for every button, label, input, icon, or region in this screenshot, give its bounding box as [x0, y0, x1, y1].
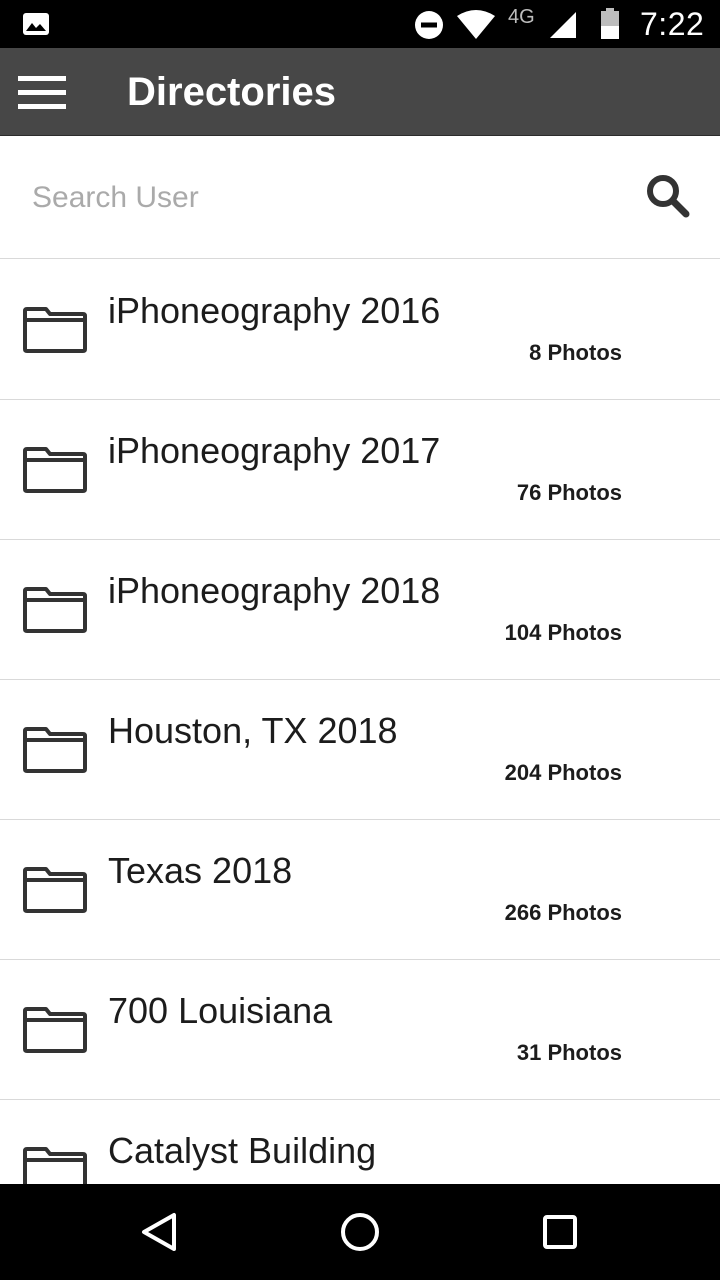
system-nav-bar	[0, 1184, 720, 1280]
recents-icon[interactable]	[538, 1210, 582, 1254]
search-input[interactable]	[32, 173, 592, 223]
directory-name: iPhoneography 2016	[108, 290, 441, 331]
photo-count: 31 Photos	[516, 1040, 622, 1065]
photo-count: 266 Photos	[504, 900, 622, 925]
photo-count: 8 Photos	[529, 340, 622, 365]
list-item[interactable]: iPhoneography 2018 104 Photos	[0, 540, 720, 680]
photo-count: 76 Photos	[516, 480, 622, 505]
app-bar: Directories	[0, 48, 720, 136]
network-type-label: 4G	[508, 6, 535, 28]
page-title: Directories	[127, 70, 336, 114]
status-bar: 4G 7:22	[0, 0, 720, 48]
folder-icon	[23, 1147, 87, 1184]
directory-name: iPhoneography 2018	[108, 570, 441, 611]
list-item[interactable]: 700 Louisiana 31 Photos	[0, 960, 720, 1100]
directory-name: iPhoneography 2017	[108, 430, 441, 471]
directory-name: 700 Louisiana	[108, 990, 333, 1031]
photo-count: 204 Photos	[504, 760, 622, 785]
directory-name: Catalyst Building	[108, 1130, 377, 1171]
directory-name: Houston, TX 2018	[108, 710, 398, 751]
search-icon[interactable]	[646, 174, 690, 218]
do-not-disturb-icon	[415, 11, 443, 39]
hamburger-menu-icon	[18, 76, 66, 109]
battery-icon	[601, 8, 619, 39]
folder-icon	[23, 727, 87, 773]
folder-icon	[23, 1007, 87, 1053]
directory-name: Texas 2018	[108, 850, 293, 891]
folder-icon	[23, 307, 87, 353]
home-icon[interactable]	[338, 1210, 382, 1254]
image-notification-icon	[23, 13, 49, 35]
list-item[interactable]: Houston, TX 2018 204 Photos	[0, 680, 720, 820]
photo-count: 104 Photos	[504, 620, 622, 645]
search-bar	[0, 137, 720, 259]
folder-icon	[23, 867, 87, 913]
folder-icon	[23, 447, 87, 493]
folder-icon	[23, 587, 87, 633]
directory-list: iPhoneography 2016 8 Photos iPhoneograph…	[0, 260, 720, 1184]
menu-button[interactable]	[18, 76, 68, 110]
status-clock: 7:22	[640, 6, 705, 42]
list-item[interactable]: iPhoneography 2016 8 Photos	[0, 260, 720, 400]
list-item[interactable]: iPhoneography 2017 76 Photos	[0, 400, 720, 540]
list-item[interactable]: Catalyst Building	[0, 1100, 720, 1184]
list-item[interactable]: Texas 2018 266 Photos	[0, 820, 720, 960]
signal-icon	[550, 12, 576, 38]
wifi-icon	[457, 10, 495, 39]
back-icon[interactable]	[138, 1210, 182, 1254]
